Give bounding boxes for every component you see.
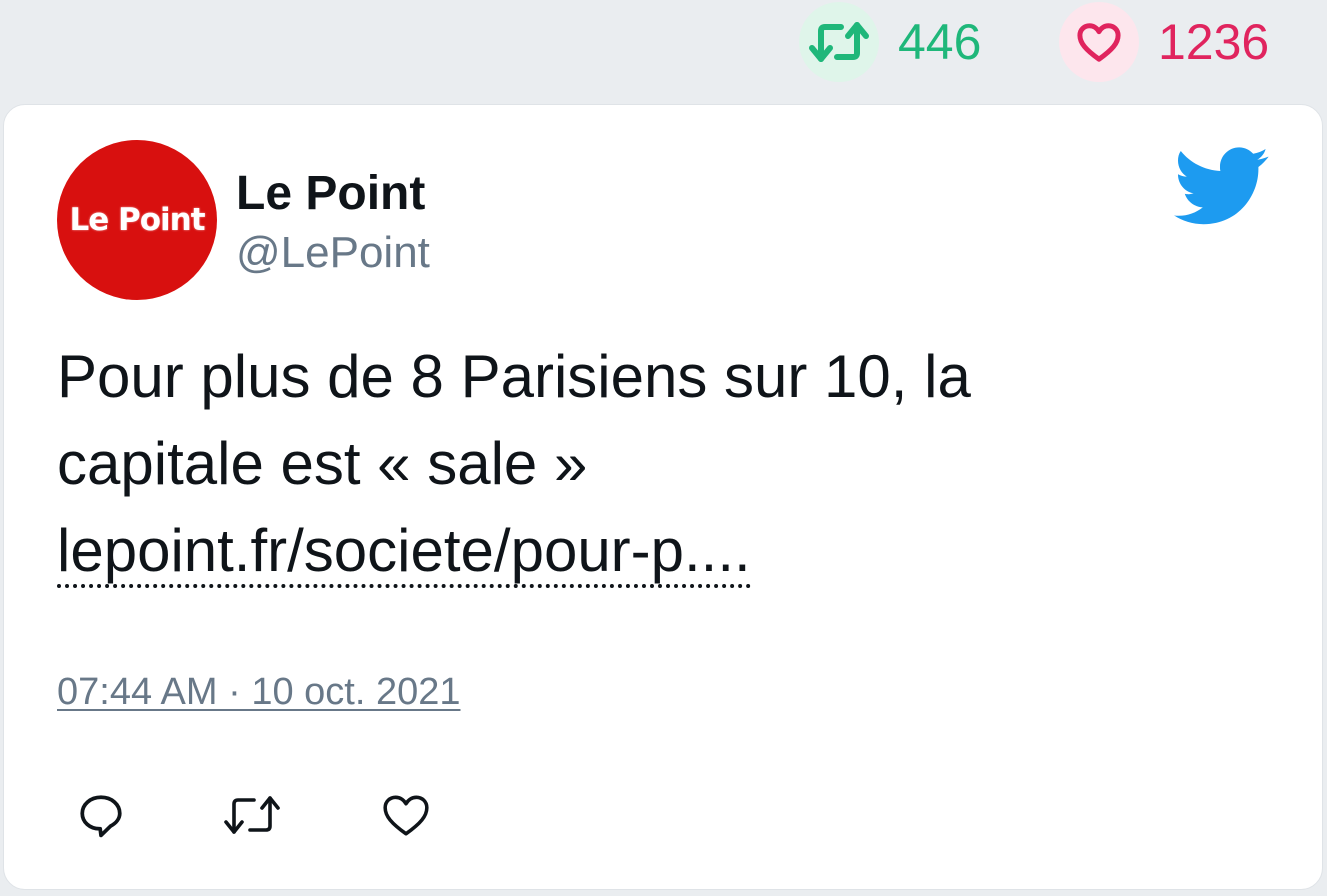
like-button[interactable] [376,785,436,845]
tweet-text: Pour plus de 8 Parisiens sur 10, la capi… [57,333,1257,594]
twitter-bird-icon[interactable] [1174,145,1270,229]
tweet-timestamp[interactable]: 07:44 AM · 10 oct. 2021 [57,671,461,714]
retweet-count: 446 [898,14,982,70]
tweet-link[interactable]: lepoint.fr/societe/pour-p.... [57,518,751,588]
heart-icon [1077,23,1121,62]
avatar[interactable]: Le Point [57,140,217,300]
reply-button[interactable] [71,785,131,845]
retweet-icon [809,22,869,62]
heart-icon [383,795,429,836]
author-handle[interactable]: @LePoint [236,227,430,279]
author-display-name[interactable]: Le Point [236,167,425,221]
retweet-stat-button[interactable] [799,2,879,82]
tweet-text-line: capitale est « sale » [57,430,588,497]
avatar-logo-text: Le Point [69,202,205,238]
like-count: 1236 [1158,14,1270,70]
retweet-button[interactable] [222,785,282,845]
tweet-card[interactable]: Le Point Le Point @LePoint Pour plus de … [3,104,1323,890]
tweet-text-line: Pour plus de 8 Parisiens sur 10, la [57,343,971,410]
reply-icon [80,795,122,838]
like-stat-button[interactable] [1059,2,1139,82]
retweet-icon [224,796,280,834]
engagement-stats: 446 1236 [0,0,1327,100]
